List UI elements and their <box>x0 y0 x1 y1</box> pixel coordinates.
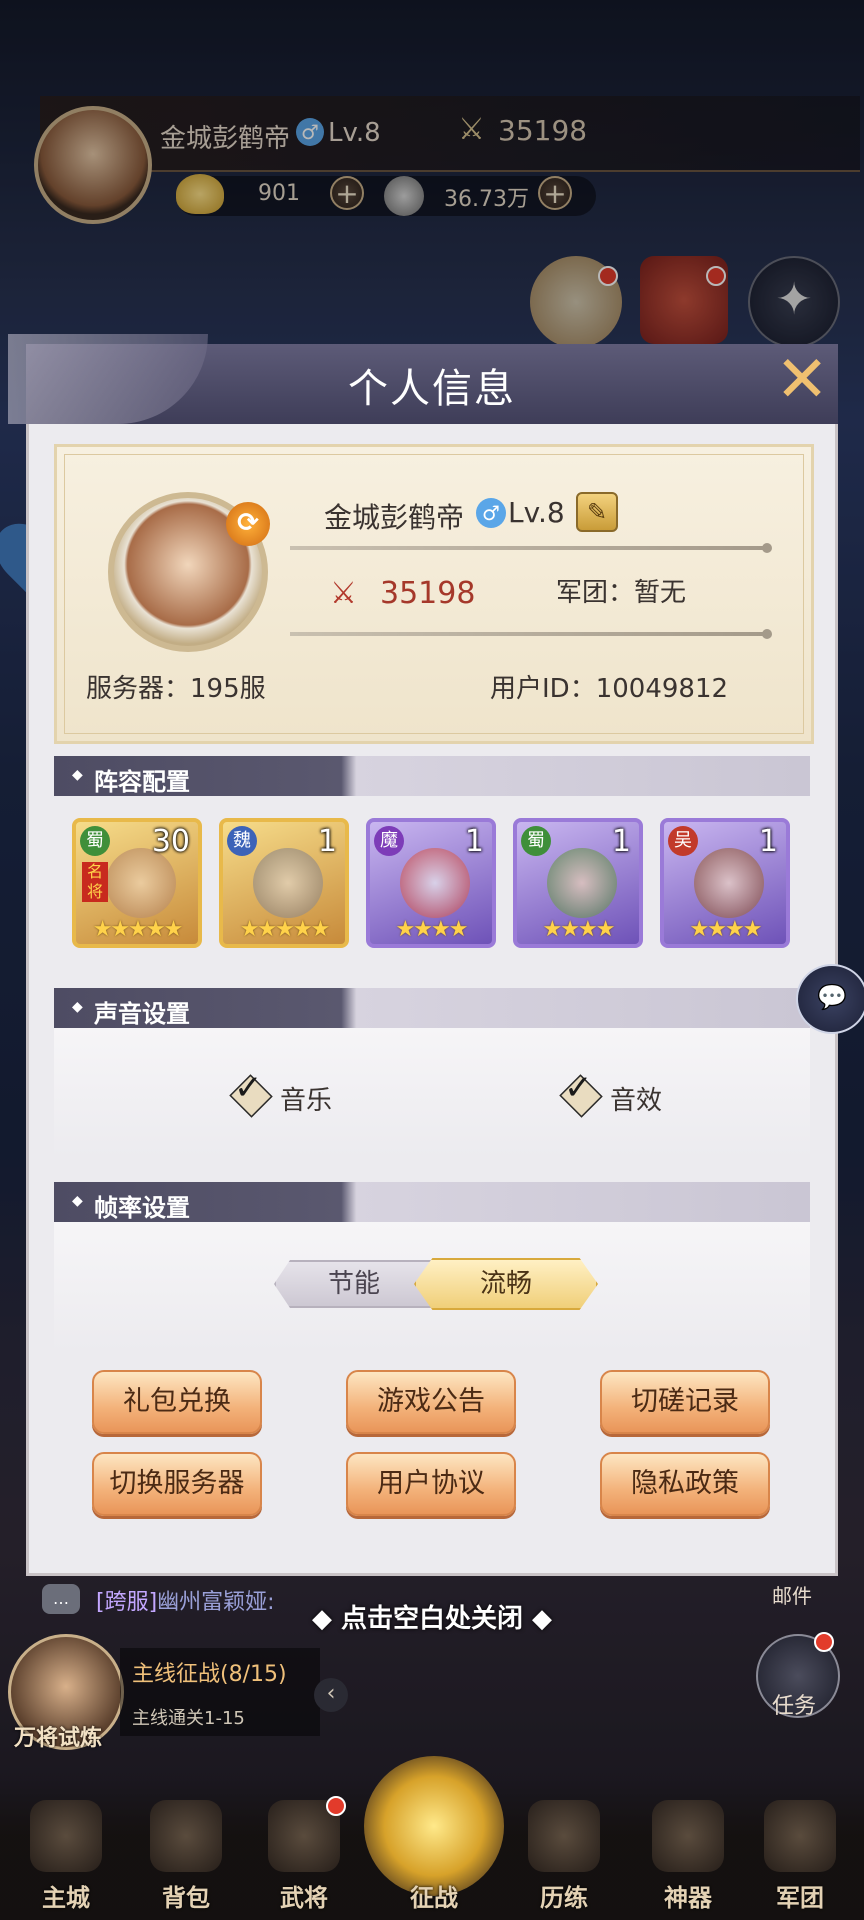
notification-dot <box>814 1632 834 1652</box>
profile-server: 服务器：195服 <box>86 674 266 704</box>
hero-portrait <box>400 848 470 918</box>
check-icon: ✓ <box>564 1068 593 1108</box>
edit-name-button[interactable]: ✎ <box>576 492 618 532</box>
power-save-option[interactable]: 节能 <box>274 1260 434 1308</box>
chevron-left-icon[interactable]: ‹ <box>314 1678 348 1712</box>
gift-redeem-button[interactable]: 礼包兑换 <box>92 1370 262 1434</box>
sound-settings-box <box>54 1028 810 1158</box>
nav-label: 征战 <box>410 1884 458 1912</box>
divider-dot <box>762 629 772 639</box>
nav-label: 背包 <box>162 1884 210 1912</box>
hero-portrait <box>694 848 764 918</box>
hero-count: 30 <box>151 824 190 859</box>
music-label: 音乐 <box>280 1086 333 1116</box>
diamond-icon: ◆ <box>72 999 83 1015</box>
close-hint-text: 点击空白处关闭 <box>340 1604 523 1634</box>
close-button[interactable]: ✕ <box>772 348 832 412</box>
star-rating: ★★★★ <box>395 917 469 942</box>
profile-level: Lv.8 <box>508 496 565 529</box>
male-icon: ♂ <box>476 498 506 528</box>
diamond-icon: ◆ <box>72 1193 83 1209</box>
diamond-icon: ◆ <box>72 767 83 783</box>
quest-avatar-label: 万将试炼 <box>14 1726 103 1751</box>
duel-record-button[interactable]: 切磋记录 <box>600 1370 770 1434</box>
announcement-button[interactable]: 游戏公告 <box>346 1370 516 1434</box>
star-rating: ★★★★ <box>689 917 763 942</box>
star-rating: ★★★★ <box>542 917 616 942</box>
hero-portrait <box>547 848 617 918</box>
close-hint: ◆ 点击空白处关闭 ◆ <box>311 1604 553 1634</box>
hero-slot-2[interactable]: 魏 1 ★★★★★ <box>219 818 349 948</box>
hero-slot-4[interactable]: 蜀 1 ★★★★ <box>513 818 643 948</box>
nav-bag[interactable]: 背包 <box>136 1800 236 1913</box>
hero-portrait <box>253 848 323 918</box>
nav-label: 武将 <box>280 1884 328 1912</box>
hero-slot-5[interactable]: 吴 1 ★★★★ <box>660 818 790 948</box>
check-icon: ✓ <box>234 1068 263 1108</box>
nav-legion[interactable]: 军团 <box>750 1800 850 1913</box>
panel-title: 个人信息 <box>348 366 516 412</box>
section-header-sound: ◆ 声音设置 <box>54 988 810 1028</box>
section-header-lineup: ◆ 阵容配置 <box>54 756 810 796</box>
mail-label[interactable]: 邮件 <box>772 1580 812 1609</box>
nav-training[interactable]: 历练 <box>514 1800 614 1913</box>
nav-main-city[interactable]: 主城 <box>16 1800 116 1913</box>
hero-slot-1[interactable]: 蜀 名将 30 ★★★★★ <box>72 818 202 948</box>
quest-subtitle: 主线通关1-15 <box>132 1708 245 1729</box>
nav-label: 主城 <box>42 1884 90 1912</box>
faction-badge: 蜀 <box>521 826 551 856</box>
section-title: 声音设置 <box>94 1000 190 1028</box>
privacy-policy-button[interactable]: 隐私政策 <box>600 1452 770 1516</box>
star-rating: ★★★★★ <box>92 917 184 942</box>
effect-label: 音效 <box>610 1086 663 1116</box>
hero-count: 1 <box>464 824 484 859</box>
scroll-icon <box>528 1800 600 1872</box>
notification-dot <box>326 1796 346 1816</box>
city-icon <box>30 1800 102 1872</box>
star-rating: ★★★★★ <box>239 917 331 942</box>
profile-user-id: 用户ID：10049812 <box>490 674 729 704</box>
lock-icon <box>652 1800 724 1872</box>
faction-badge: 魏 <box>227 826 257 856</box>
chat-bubble-icon[interactable]: 💬 <box>796 964 864 1034</box>
swap-avatar-icon[interactable]: ⟳ <box>226 502 270 546</box>
nav-label: 军团 <box>776 1884 824 1912</box>
lock-icon <box>764 1800 836 1872</box>
profile-legion: 军团：暂无 <box>556 578 687 608</box>
smooth-option[interactable]: 流畅 <box>414 1258 598 1310</box>
faction-badge: 蜀 <box>80 826 110 856</box>
nav-artifact[interactable]: 神器 <box>638 1800 738 1913</box>
profile-name: 金城彭鹤帝 <box>324 501 465 534</box>
task-label: 任务 <box>772 1694 817 1719</box>
divider <box>290 632 766 636</box>
hero-count: 1 <box>317 824 337 859</box>
hero-slot-3[interactable]: 魔 1 ★★★★ <box>366 818 496 948</box>
nav-label: 历练 <box>540 1884 588 1912</box>
divider <box>290 546 766 550</box>
section-title: 阵容配置 <box>94 768 190 796</box>
crossed-swords-icon: ⚔ <box>330 576 357 611</box>
faction-badge: 吴 <box>668 826 698 856</box>
hero-count: 1 <box>611 824 631 859</box>
quest-title: 主线征战(8/15) <box>132 1662 287 1687</box>
nav-campaign[interactable]: 征战 <box>384 1800 484 1913</box>
nav-generals[interactable]: 武将 <box>254 1800 354 1913</box>
divider-dot <box>762 543 772 553</box>
nav-label: 神器 <box>664 1884 712 1912</box>
switch-server-button[interactable]: 切换服务器 <box>92 1452 262 1516</box>
faction-badge: 魔 <box>374 826 404 856</box>
hero-count: 1 <box>758 824 778 859</box>
section-header-framerate: ◆ 帧率设置 <box>54 1182 810 1222</box>
user-agreement-button[interactable]: 用户协议 <box>346 1452 516 1516</box>
profile-power: 35198 <box>380 576 476 611</box>
section-title: 帧率设置 <box>94 1194 190 1222</box>
famous-general-tag: 名将 <box>82 862 108 902</box>
bag-icon <box>150 1800 222 1872</box>
